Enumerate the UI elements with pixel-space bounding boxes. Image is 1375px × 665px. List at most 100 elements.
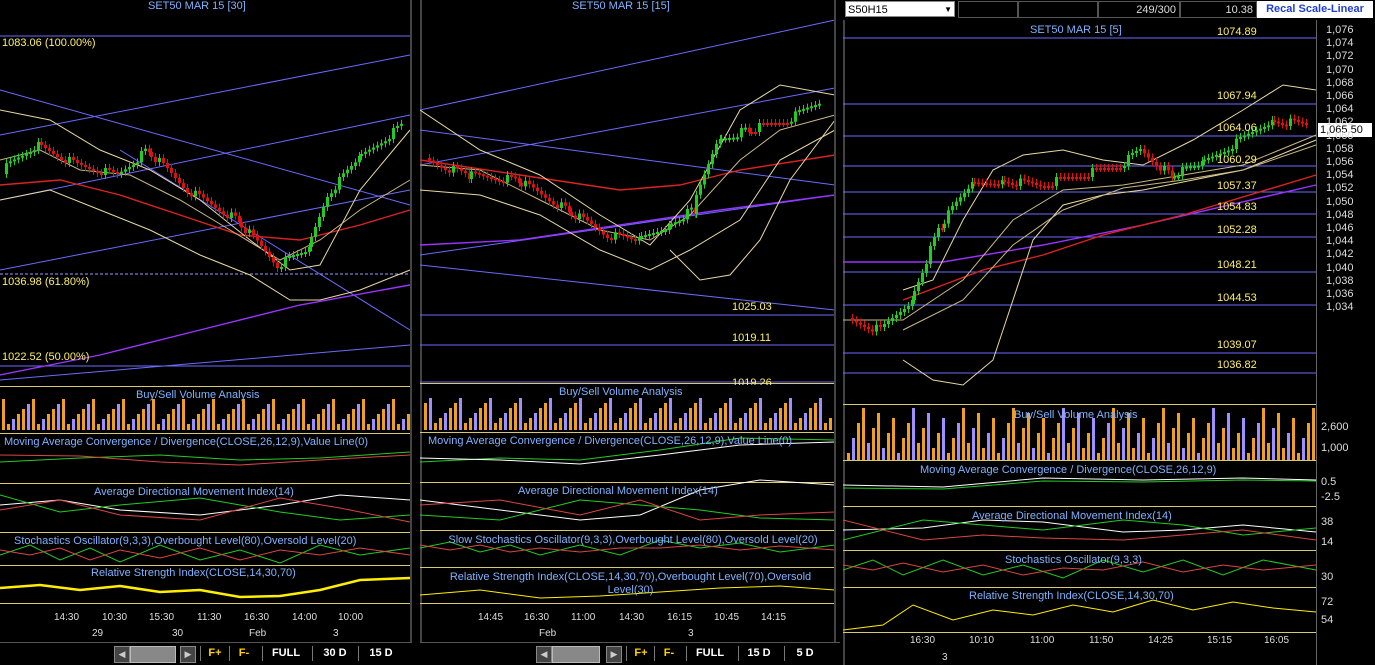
range-30d-button[interactable]: 30 D xyxy=(312,646,357,661)
axis-label: -2.5 xyxy=(1321,491,1340,503)
volume-bar xyxy=(367,424,370,430)
range-15d-button[interactable]: 15 D xyxy=(358,646,403,661)
range-5d-button[interactable]: 5 D xyxy=(784,646,825,661)
volume-bar xyxy=(619,418,622,430)
scroll-right-icon[interactable]: ▶ xyxy=(606,646,622,663)
full-range-button[interactable]: FULL xyxy=(262,646,309,661)
rsi-indicator-label: Relative Strength Index(CLOSE,14,30,70),… xyxy=(449,571,812,596)
volume-bar xyxy=(684,413,687,430)
volume-bar xyxy=(819,398,822,430)
price-axis-tick: 1,072 xyxy=(1326,50,1354,63)
volume-bar xyxy=(739,418,742,430)
recal-scale-button[interactable]: Recal Scale-Linear xyxy=(1257,1,1373,18)
chart-panel-5[interactable]: SET50 MAR 15 [5] 1074.89 1067.94 1064.06… xyxy=(843,0,1375,665)
scroll-left-icon[interactable]: ◀ xyxy=(536,646,552,663)
volume-bar xyxy=(574,403,577,430)
volume-bar xyxy=(207,404,210,430)
volume-bar xyxy=(679,418,682,430)
symbol-select[interactable]: S50H15 ▼ xyxy=(845,1,955,17)
symbol-value: S50H15 xyxy=(848,4,888,16)
volume-bar xyxy=(917,443,920,460)
full-range-button[interactable]: FULL xyxy=(686,646,733,661)
volume-bar xyxy=(287,414,290,430)
time-tick: 15:30 xyxy=(149,612,175,623)
volume-bar xyxy=(1217,443,1220,460)
time-tick: 10:30 xyxy=(102,612,128,623)
counter-box xyxy=(958,1,1018,18)
volume-bar xyxy=(1172,428,1175,460)
volume-bar xyxy=(912,408,915,460)
range-15d-button[interactable]: 15 D xyxy=(738,646,779,661)
chart-panel-30[interactable]: SET50 MAR 15 [30] 1083.06 (100.00%) 1036… xyxy=(0,0,412,665)
volume-bar xyxy=(1237,433,1240,460)
volume-bar xyxy=(1247,453,1250,460)
volume-bar xyxy=(7,424,10,430)
axis-label: 54 xyxy=(1321,614,1334,626)
volume-bar xyxy=(392,399,395,430)
volume-bar xyxy=(1002,438,1005,460)
volume-bar xyxy=(1187,433,1190,460)
time-tick: 16:30 xyxy=(910,635,936,646)
price-axis-tick: 1,050 xyxy=(1326,195,1354,208)
volume-bar xyxy=(327,404,330,430)
volume-bar xyxy=(1257,423,1260,460)
volume-bar xyxy=(524,423,527,430)
volume-bar xyxy=(1137,433,1140,460)
price-axis-tick: 1,052 xyxy=(1326,182,1354,195)
volume-bar xyxy=(734,423,737,430)
volume-bar xyxy=(122,399,125,430)
volume-bar xyxy=(1057,423,1060,460)
volume-bar xyxy=(1072,428,1075,460)
volume-bar xyxy=(664,403,667,430)
level-label: 1067.94 xyxy=(1217,90,1257,102)
scroll-right-icon[interactable]: ▶ xyxy=(180,646,196,663)
scroll-left-icon[interactable]: ◀ xyxy=(114,646,130,663)
volume-bar xyxy=(72,419,75,430)
volume-bar xyxy=(1297,453,1300,460)
volume-bar xyxy=(162,419,165,430)
time-tick: 14:25 xyxy=(1148,635,1174,646)
volume-bar xyxy=(202,409,205,430)
volume-bar xyxy=(529,418,532,430)
volume-bar xyxy=(937,433,940,460)
volume-bar xyxy=(1292,418,1295,460)
volume-bar xyxy=(494,423,497,430)
panel-toolbar: ◀ ▶ F+ F- FULL 15 D 5 D xyxy=(420,642,840,665)
chart-panel-15[interactable]: SET50 MAR 15 [15] 1025.03 1019.11 1019.2… xyxy=(420,0,840,665)
volume-bar xyxy=(729,398,732,430)
volume-bar xyxy=(847,453,850,460)
volume-bar xyxy=(897,453,900,460)
volume-bar xyxy=(709,418,712,430)
price-chart-graphics xyxy=(420,0,836,665)
price-axis-tick: 1,062 xyxy=(1326,116,1354,129)
price-axis-tick: 1,068 xyxy=(1326,76,1354,89)
axis-label: 0.5 xyxy=(1321,476,1337,488)
volume-bar xyxy=(1162,408,1165,460)
volume-bar xyxy=(1262,408,1265,460)
scrollbar-thumb[interactable] xyxy=(130,646,176,663)
zoom-in-button[interactable]: F+ xyxy=(626,646,655,661)
volume-bar xyxy=(1017,443,1020,460)
volume-bar xyxy=(17,414,20,430)
volume-bar xyxy=(814,403,817,430)
volume-bar xyxy=(1177,413,1180,460)
axis-label: 30 xyxy=(1321,571,1334,583)
zoom-in-button[interactable]: F+ xyxy=(200,646,229,661)
volume-bar xyxy=(97,424,100,430)
volume-indicator-label: Buy/Sell Volume Analysis xyxy=(1014,409,1138,421)
fib-level-50: 1022.52 (50.00%) xyxy=(2,351,90,363)
volume-bar xyxy=(579,398,582,430)
volume-bar xyxy=(282,419,285,430)
level-label: 1060.29 xyxy=(1217,154,1257,166)
volume-bar xyxy=(82,409,85,430)
volume-bar xyxy=(902,438,905,460)
volume-bar xyxy=(237,404,240,430)
zoom-out-button[interactable]: F- xyxy=(654,646,683,661)
volume-bar xyxy=(357,404,360,430)
volume-bar xyxy=(1142,418,1145,460)
axis-label: 14 xyxy=(1321,536,1334,548)
scrollbar-thumb[interactable] xyxy=(552,646,600,663)
volume-bar xyxy=(322,409,325,430)
volume-bar xyxy=(77,414,80,430)
zoom-out-button[interactable]: F- xyxy=(229,646,258,661)
